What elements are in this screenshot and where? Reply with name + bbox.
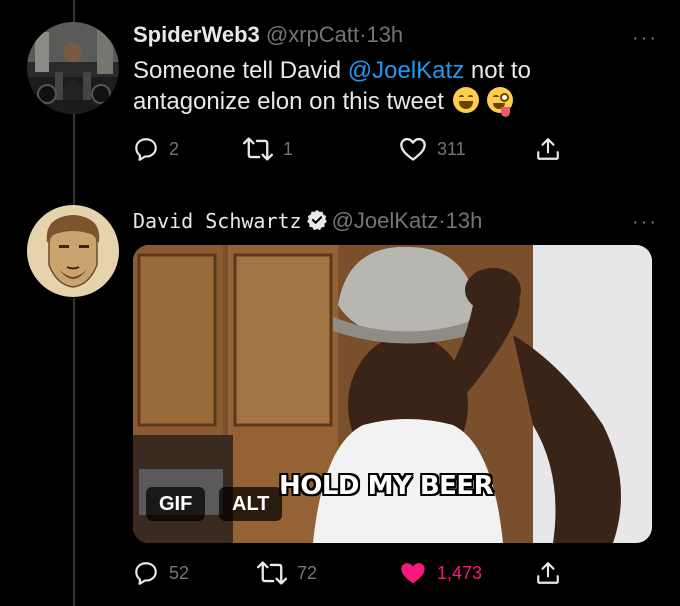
reply-icon	[135, 138, 157, 161]
user-handle[interactable]: @xrpCatt	[266, 22, 359, 47]
like-count: 1,473	[437, 562, 483, 583]
share-button[interactable]	[535, 136, 561, 162]
thread-line-bottom	[73, 298, 75, 606]
verified-badge-icon	[306, 209, 327, 231]
reply-button[interactable]: 52	[133, 560, 189, 586]
gif-caption: HOLD MY BEER	[279, 471, 494, 501]
share-icon	[537, 562, 559, 584]
grinning-squinting-face-icon	[452, 87, 479, 113]
retweet-count: 72	[297, 562, 318, 583]
like-icon	[400, 137, 426, 161]
gif-label: GIF	[146, 487, 206, 521]
like-icon	[401, 563, 425, 584]
tweet-actions: 2 1 311	[133, 136, 573, 166]
reply-count: 2	[169, 138, 180, 159]
like-count: 311	[437, 138, 466, 159]
display-name[interactable]: SpiderWeb3	[133, 22, 260, 47]
tweet-actions: 52 72 1,473	[133, 560, 573, 590]
tweet-header: David Schwartz @JoelKatz·13h	[133, 208, 482, 234]
retweet-count: 1	[283, 138, 294, 159]
reply-icon	[135, 562, 157, 585]
user-handle[interactable]: @JoelKatz	[332, 208, 439, 233]
tweet-text: Someone tell David @JoelKatz not to anta…	[133, 55, 653, 117]
display-name[interactable]: David Schwartz	[133, 209, 302, 233]
retweet-icon	[243, 137, 273, 161]
mention-link[interactable]: @JoelKatz	[348, 57, 464, 84]
timestamp[interactable]: 13h	[366, 22, 403, 47]
more-icon[interactable]: ···	[632, 212, 658, 232]
tweet-header: SpiderWeb3 @xrpCatt·13h	[133, 22, 403, 48]
like-button[interactable]: 311	[399, 136, 466, 162]
more-icon[interactable]: ···	[632, 28, 658, 48]
separator: ·	[438, 208, 446, 233]
reply-count: 52	[169, 562, 190, 583]
retweet-button[interactable]: 72	[257, 560, 317, 586]
thread-line-top	[73, 0, 75, 22]
timestamp[interactable]: 13h	[446, 208, 483, 233]
retweet-button[interactable]: 1	[243, 136, 293, 162]
tweet-text-part: Someone tell David	[133, 57, 348, 84]
like-button[interactable]: 1,473	[399, 560, 482, 586]
thread-line-middle	[73, 112, 75, 218]
alt-button[interactable]: ALT	[219, 487, 283, 521]
winking-face-with-tongue-icon	[487, 87, 514, 117]
avatar-david-schwartz[interactable]	[27, 205, 119, 297]
share-button[interactable]	[535, 560, 561, 586]
reply-button[interactable]: 2	[133, 136, 179, 162]
retweet-icon	[257, 561, 287, 585]
gif-media[interactable]: HOLD MY BEER GIF ALT	[133, 245, 652, 543]
share-icon	[537, 138, 559, 160]
avatar-spiderweb3[interactable]	[27, 22, 119, 114]
